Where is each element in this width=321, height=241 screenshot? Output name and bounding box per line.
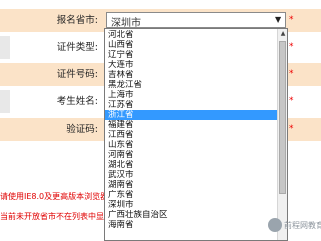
province-option[interactable]: 广西壮族自治区: [105, 210, 277, 220]
browser-notice: 请使用IE8.0及更高版本浏览器: [0, 192, 104, 201]
site-watermark: 前程网教育: [268, 217, 321, 233]
id-number-label: 证件号码:: [56, 69, 98, 80]
province-dropdown-list[interactable]: 河北省 山西省 辽宁省 大连市 吉林省 黑龙江省 上海市 江苏省 浙江省 福建省…: [104, 28, 288, 241]
scrollbar-thumb[interactable]: [279, 41, 286, 194]
province-option[interactable]: 山西省: [105, 40, 277, 50]
watermark-logo-icon: [268, 218, 282, 232]
province-option[interactable]: 大连市: [105, 60, 277, 70]
province-option[interactable]: 湖南省: [105, 180, 277, 190]
province-option[interactable]: 江苏省: [105, 100, 277, 110]
province-option[interactable]: 海南省: [105, 220, 277, 230]
province-option[interactable]: 辽宁省: [105, 50, 277, 60]
province-option[interactable]: 江西省: [105, 130, 277, 140]
required-mark: *: [289, 15, 294, 25]
province-option[interactable]: 吉林省: [105, 70, 277, 80]
required-mark: *: [289, 42, 294, 52]
captcha-label: 验证码:: [66, 124, 98, 135]
province-select[interactable]: 深圳市 ▼: [106, 12, 286, 29]
province-option[interactable]: 山东省: [105, 140, 277, 150]
province-option[interactable]: 上海市: [105, 90, 277, 100]
province-option[interactable]: 河南省: [105, 150, 277, 160]
dropdown-scrollbar[interactable]: ▲: [277, 29, 287, 240]
scroll-up-arrow-icon[interactable]: ▲: [278, 29, 288, 39]
id-type-label: 证件类型:: [56, 42, 98, 53]
province-option[interactable]: 深圳市: [105, 200, 277, 210]
chevron-down-icon[interactable]: ▼: [275, 15, 281, 24]
required-mark: *: [289, 69, 294, 79]
required-mark: *: [289, 96, 294, 106]
province-option[interactable]: 广东省: [105, 190, 277, 200]
province-option[interactable]: 武汉市: [105, 170, 277, 180]
province-option-selected[interactable]: 浙江省: [105, 110, 277, 120]
province-option[interactable]: 河北省: [105, 30, 277, 40]
watermark-text: 前程网教育: [284, 221, 321, 230]
province-option[interactable]: 黑龙江省: [105, 80, 277, 90]
name-label: 考生姓名:: [56, 96, 98, 107]
required-mark: *: [289, 124, 294, 134]
province-notice: 当前未开放省市不在列表中显示: [0, 212, 104, 221]
province-option[interactable]: 湖北省: [105, 160, 277, 170]
province-label: 报名省市:: [56, 15, 98, 26]
province-select-value: 深圳市: [111, 18, 141, 29]
province-option[interactable]: 福建省: [105, 120, 277, 130]
